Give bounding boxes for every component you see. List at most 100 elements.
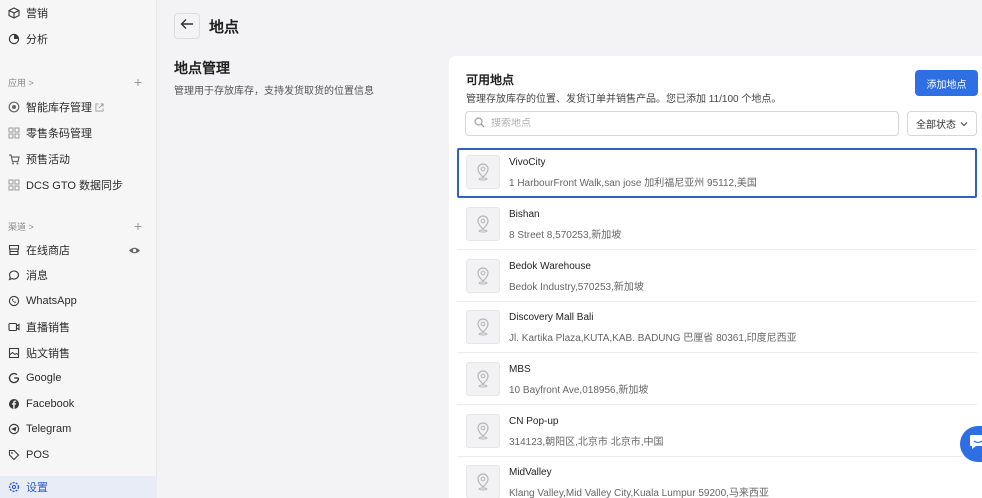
sidebar-item-barcode[interactable]: 零售条码管理 — [0, 121, 157, 145]
location-pin-icon — [466, 310, 500, 344]
add-channel-icon[interactable]: + — [134, 218, 142, 234]
sidebar-item-label: POS — [26, 449, 50, 461]
sidebar-item-pos[interactable]: POS — [0, 443, 157, 467]
add-app-icon[interactable]: + — [134, 74, 142, 90]
sidebar-item-settings[interactable]: 设置 — [0, 476, 157, 498]
sidebar-item-inventory[interactable]: 智能库存管理 — [0, 95, 157, 119]
arrow-left-icon — [180, 17, 194, 35]
location-row-bedok-warehouse[interactable]: Bedok Warehouse Bedok Industry,570253,新加… — [457, 252, 977, 302]
sidebar-item-label: 预售活动 — [26, 154, 70, 166]
inventory-icon — [8, 101, 20, 113]
search-input[interactable] — [491, 118, 871, 129]
sidebar-item-label: 分析 — [26, 34, 48, 46]
section-title: 地点管理 — [174, 60, 230, 76]
eye-icon[interactable] — [128, 246, 141, 255]
location-name: Bishan — [509, 209, 540, 220]
location-row-bishan[interactable]: Bishan 8 Street 8,570253,新加坡 — [457, 200, 977, 250]
sidebar-item-analytics[interactable]: 分析 — [0, 27, 157, 51]
location-row-midvalley[interactable]: MidValley Klang Valley,Mid Valley City,K… — [457, 458, 977, 498]
apps-group-header[interactable]: 应用 > + — [8, 74, 142, 90]
status-filter-label: 全部状态 — [916, 120, 956, 131]
location-address: 1 HarbourFront Walk,san jose 加利福尼亚州 9511… — [509, 178, 757, 189]
sidebar-item-presale[interactable]: 预售活动 — [0, 147, 157, 171]
locations-card: 可用地点 管理存放库存的位置、发货订单并销售产品。您已添加 11/100 个地点… — [449, 56, 982, 498]
analytics-icon — [8, 33, 20, 45]
add-location-button[interactable]: 添加地点 — [915, 70, 978, 96]
search-icon — [474, 115, 485, 133]
location-address: 10 Bayfront Ave,018956,新加坡 — [509, 385, 649, 396]
location-name: MBS — [509, 364, 531, 375]
location-name: Bedok Warehouse — [509, 261, 591, 272]
sidebar-item-label: 消息 — [26, 270, 48, 282]
page-title: 地点 — [209, 19, 240, 36]
sidebar-item-label: 在线商店 — [26, 245, 70, 257]
location-row-vivocity[interactable]: VivoCity 1 HarbourFront Walk,san jose 加利… — [457, 148, 977, 198]
sidebar-item-label: 零售条码管理 — [26, 128, 92, 140]
sidebar-item-telegram[interactable]: Telegram — [0, 417, 157, 441]
facebook-icon — [8, 398, 20, 410]
location-name: CN Pop-up — [509, 416, 559, 427]
location-pin-icon — [466, 414, 500, 448]
sidebar: 营销 分析 应用 > + 智能库存管理 零售条码管理 预售活动 DCS GTO … — [0, 0, 157, 498]
location-pin-icon — [466, 207, 500, 241]
location-pin-icon — [466, 155, 500, 189]
marketing-icon — [8, 7, 20, 19]
sidebar-item-whatsapp[interactable]: WhatsApp — [0, 289, 157, 313]
presale-icon — [8, 153, 20, 165]
search-box[interactable] — [465, 111, 899, 136]
sidebar-item-messages[interactable]: 消息 — [0, 263, 157, 287]
card-title: 可用地点 — [466, 73, 515, 87]
location-pin-icon — [466, 465, 500, 498]
google-icon — [8, 372, 20, 384]
location-name: Discovery Mall Bali — [509, 312, 594, 323]
sidebar-item-live-sales[interactable]: 直播销售 — [0, 315, 157, 339]
location-pin-icon — [466, 259, 500, 293]
sidebar-item-label: 直播销售 — [26, 322, 70, 334]
location-row-cn-pop-up[interactable]: CN Pop-up 314123,朝阳区,北京市 北京市,中国 — [457, 407, 977, 457]
external-link-icon — [95, 102, 104, 112]
sidebar-item-label: WhatsApp — [26, 295, 77, 307]
sync-icon — [8, 179, 20, 191]
location-row-discovery-mall-bali[interactable]: Discovery Mall Bali Jl. Kartika Plaza,KU… — [457, 303, 977, 353]
sidebar-item-google[interactable]: Google — [0, 366, 157, 390]
whatsapp-icon — [8, 295, 20, 307]
live-icon — [8, 321, 20, 333]
location-address: 8 Street 8,570253,新加坡 — [509, 230, 622, 241]
apps-group-label: 应用 > — [8, 77, 34, 88]
location-row-mbs[interactable]: MBS 10 Bayfront Ave,018956,新加坡 — [457, 355, 977, 405]
sidebar-item-online-store[interactable]: 在线商店 — [0, 238, 157, 262]
barcode-icon — [8, 127, 20, 139]
back-button[interactable] — [174, 13, 200, 39]
chevron-down-icon — [960, 121, 968, 127]
channels-group-header[interactable]: 渠道 > + — [8, 218, 142, 234]
telegram-icon — [8, 423, 20, 435]
location-address: Jl. Kartika Plaza,KUTA,KAB. BADUNG 巴厘省 8… — [509, 333, 797, 344]
location-address: Bedok Industry,570253,新加坡 — [509, 282, 644, 293]
location-pin-icon — [466, 362, 500, 396]
channels-group-label: 渠道 > — [8, 221, 34, 232]
sidebar-item-label: Google — [26, 372, 62, 384]
location-name: MidValley — [509, 467, 552, 478]
gear-icon — [8, 481, 20, 493]
status-filter-dropdown[interactable]: 全部状态 — [907, 111, 977, 136]
card-description: 管理存放库存的位置、发货订单并销售产品。您已添加 11/100 个地点。 — [466, 94, 782, 105]
message-icon — [8, 269, 20, 281]
location-name: VivoCity — [509, 157, 546, 168]
sidebar-item-label: DCS GTO 数据同步 — [26, 180, 123, 192]
sidebar-item-post-sales[interactable]: 贴文销售 — [0, 341, 157, 365]
section-description: 管理用于存放库存，支持发货取货的位置信息 — [174, 86, 374, 97]
sidebar-item-marketing[interactable]: 营销 — [0, 1, 157, 25]
sidebar-item-label: 智能库存管理 — [26, 102, 92, 114]
sidebar-item-label: 贴文销售 — [26, 348, 70, 360]
sidebar-item-label: 设置 — [26, 482, 48, 494]
sidebar-item-label: Telegram — [26, 423, 72, 435]
sidebar-item-facebook[interactable]: Facebook — [0, 392, 157, 416]
location-address: 314123,朝阳区,北京市 北京市,中国 — [509, 437, 664, 448]
sidebar-item-label: Facebook — [26, 398, 75, 410]
store-icon — [8, 244, 20, 256]
sidebar-item-sync[interactable]: DCS GTO 数据同步 — [0, 173, 157, 197]
location-address: Klang Valley,Mid Valley City,Kuala Lumpu… — [509, 488, 769, 498]
sidebar-item-label: 营销 — [26, 8, 48, 20]
chat-icon — [969, 434, 982, 455]
post-icon — [8, 347, 20, 359]
